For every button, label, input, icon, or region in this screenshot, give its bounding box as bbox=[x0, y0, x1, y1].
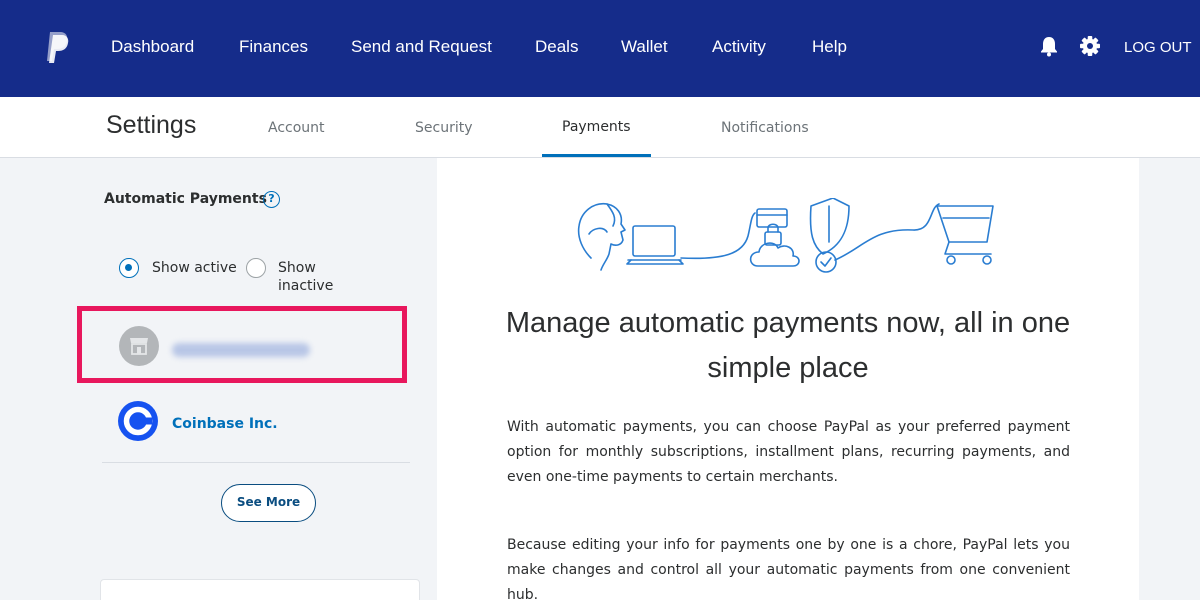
tab-security[interactable]: Security bbox=[415, 120, 473, 136]
tab-notifications[interactable]: Notifications bbox=[721, 120, 809, 136]
divider bbox=[102, 462, 410, 463]
nav-finances[interactable]: Finances bbox=[239, 37, 308, 57]
show-active-radio[interactable] bbox=[119, 258, 139, 278]
nav-dashboard[interactable]: Dashboard bbox=[111, 37, 194, 57]
merchant-name-coinbase[interactable]: Coinbase Inc. bbox=[172, 416, 278, 432]
logout-link[interactable]: LOG OUT bbox=[1124, 39, 1192, 56]
paypal-logo-icon[interactable] bbox=[44, 30, 70, 64]
show-inactive-label[interactable]: Show inactive bbox=[278, 259, 333, 295]
main-headline: Manage automatic payments now, all in on… bbox=[505, 307, 1071, 384]
tab-account[interactable]: Account bbox=[268, 120, 325, 136]
see-more-button[interactable]: See More bbox=[221, 484, 316, 522]
nav-activity[interactable]: Activity bbox=[712, 37, 766, 57]
gear-icon[interactable] bbox=[1079, 35, 1101, 57]
automatic-payments-title: Automatic Payments bbox=[104, 191, 267, 207]
top-navigation-bar: Dashboard Finances Send and Request Deal… bbox=[0, 0, 1200, 97]
automatic-payments-illustration-icon bbox=[577, 198, 994, 273]
coinbase-logo-icon[interactable] bbox=[118, 401, 158, 441]
help-icon[interactable]: ? bbox=[263, 191, 280, 208]
blurred-merchant-name[interactable] bbox=[172, 343, 310, 357]
intro-paragraph: With automatic payments, you can choose … bbox=[507, 419, 1070, 485]
merchant-avatar[interactable] bbox=[119, 326, 159, 366]
nav-wallet[interactable]: Wallet bbox=[621, 37, 668, 57]
show-inactive-radio[interactable] bbox=[246, 258, 266, 278]
info-paragraph: Because editing your info for payments o… bbox=[507, 537, 1070, 600]
nav-help[interactable]: Help bbox=[812, 37, 847, 57]
tab-payments[interactable]: Payments bbox=[562, 119, 631, 135]
store-icon bbox=[130, 338, 148, 355]
bottom-card bbox=[100, 579, 420, 600]
show-active-label[interactable]: Show active bbox=[152, 259, 237, 277]
main-content-card: Manage automatic payments now, all in on… bbox=[437, 158, 1139, 600]
automatic-payments-sidebar: Automatic Payments ? Show active Show in… bbox=[0, 158, 436, 600]
nav-send-and-request[interactable]: Send and Request bbox=[351, 37, 492, 57]
active-tab-indicator bbox=[542, 154, 651, 157]
page-title: Settings bbox=[106, 111, 197, 139]
nav-deals[interactable]: Deals bbox=[535, 37, 578, 57]
bell-icon[interactable] bbox=[1038, 35, 1060, 57]
settings-subnav: Settings Account Security Payments Notif… bbox=[0, 97, 1200, 158]
